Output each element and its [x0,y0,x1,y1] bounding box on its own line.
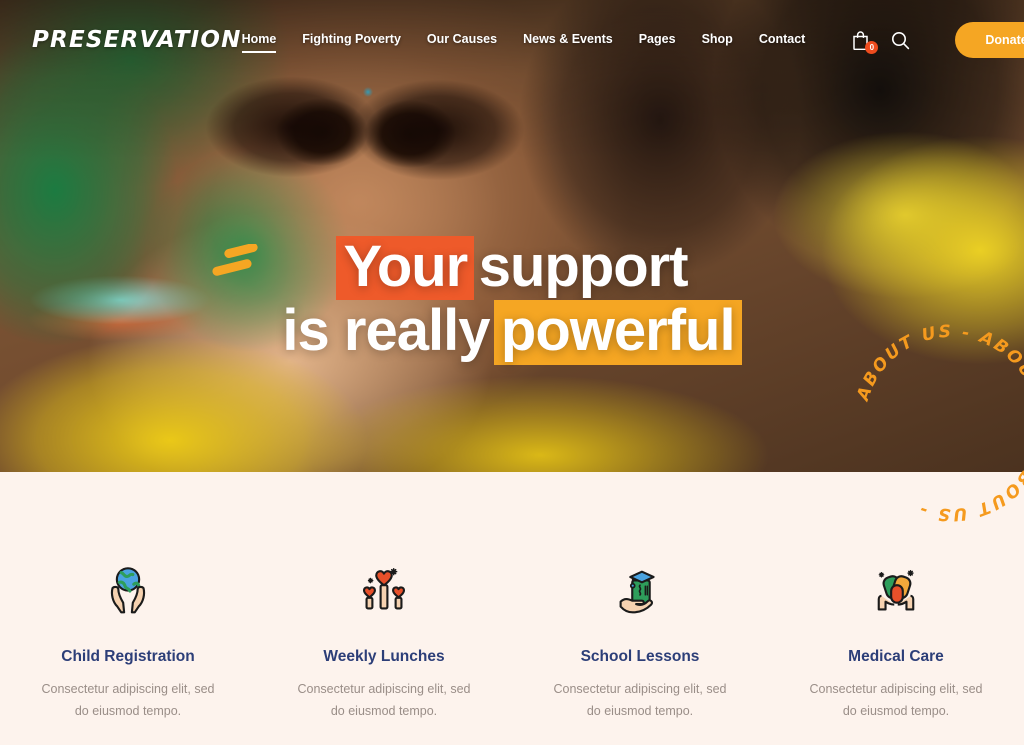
donate-button[interactable]: Donate [955,22,1024,58]
headline-text-support: support [478,234,689,299]
nav-item-home[interactable]: Home [241,32,276,53]
feature-description: Consectetur adipiscing elit, sed do eius… [297,682,471,718]
search-icon [891,31,910,49]
feature-description: Consectetur adipiscing elit, sed do eius… [809,682,983,718]
nav-item-news-events[interactable]: News & Events [523,32,613,49]
cart-button[interactable]: 0 [849,28,879,54]
graduation-book-in-hand-icon [608,560,672,624]
nav-item-fighting-poverty[interactable]: Fighting Poverty [302,32,401,49]
search-button[interactable] [889,28,911,52]
site-logo[interactable]: PRESERVATION [32,27,242,53]
hearts-in-hands-icon [352,560,416,624]
headline-highlight-powerful: powerful [493,300,742,365]
nav-item-pages[interactable]: Pages [639,32,676,49]
feature-title: Medical Care [848,648,944,665]
globe-in-hands-icon [96,560,160,624]
dash-accent-icon [212,242,272,290]
feature-title: School Lessons [580,648,700,665]
pills-in-hands-icon [864,560,928,624]
headline-line-1: Your support [0,234,1024,301]
about-us-badge-textpath: ABOUT US - ABOUT US - ABOUT US - [853,322,1024,525]
nav-item-contact[interactable]: Contact [759,32,806,49]
feature-card-medical-care[interactable]: Medical Care Consectetur adipiscing elit… [768,560,1024,722]
headline-text-is-really: is really [282,298,490,364]
headline-highlight-your: Your [336,236,475,301]
nav-item-shop[interactable]: Shop [702,32,733,49]
feature-card-child-registration[interactable]: Child Registration Consectetur adipiscin… [0,560,256,722]
nav-item-our-causes[interactable]: Our Causes [427,32,497,49]
feature-title: Child Registration [61,648,195,665]
feature-description: Consectetur adipiscing elit, sed do eius… [553,682,727,718]
feature-card-school-lessons[interactable]: School Lessons Consectetur adipiscing el… [512,560,768,722]
cart-count-badge: 0 [865,41,879,54]
feature-card-weekly-lunches[interactable]: Weekly Lunches Consectetur adipiscing el… [256,560,512,722]
header-tools: 0 Donate [849,22,1024,58]
feature-title: Weekly Lunches [323,648,445,665]
site-header: PRESERVATION Home Fighting Poverty Our C… [0,0,1024,80]
feature-description: Consectetur adipiscing elit, sed do eius… [41,682,215,718]
about-us-circular-badge[interactable]: ABOUT US - ABOUT US - ABOUT US - [836,308,1024,538]
main-navigation: Home Fighting Poverty Our Causes News & … [241,32,806,53]
about-us-badge-text: ABOUT US - ABOUT US - ABOUT US - [853,322,1024,525]
